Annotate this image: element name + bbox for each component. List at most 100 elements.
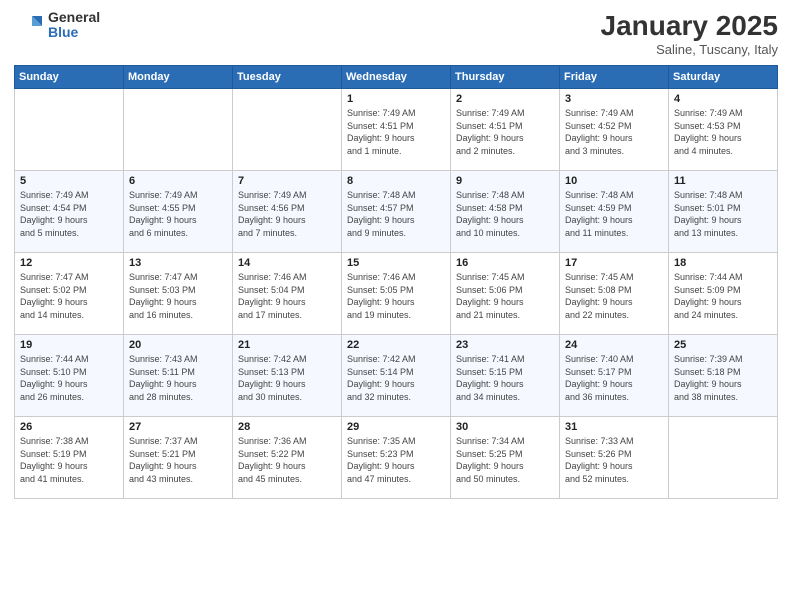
day-number: 20 (129, 339, 227, 351)
day-info: Sunrise: 7:35 AM Sunset: 5:23 PM Dayligh… (347, 435, 445, 485)
calendar-cell: 24 Sunrise: 7:40 AM Sunset: 5:17 PM Dayli… (560, 335, 669, 417)
day-info: Sunrise: 7:47 AM Sunset: 5:03 PM Dayligh… (129, 271, 227, 321)
calendar-cell: 31 Sunrise: 7:33 AM Sunset: 5:26 PM Dayli… (560, 417, 669, 499)
calendar-body: 1 Sunrise: 7:49 AM Sunset: 4:51 PM Daylig… (15, 89, 778, 499)
calendar-cell: 16 Sunrise: 7:45 AM Sunset: 5:06 PM Dayli… (451, 253, 560, 335)
day-number: 28 (238, 421, 336, 433)
day-number: 14 (238, 257, 336, 269)
logo-icon (14, 10, 44, 40)
day-number: 11 (674, 175, 772, 187)
day-info: Sunrise: 7:43 AM Sunset: 5:11 PM Dayligh… (129, 353, 227, 403)
calendar-cell: 19Sunrise: 7:44 AM Sunset: 5:10 PM Dayli… (15, 335, 124, 417)
day-info: Sunrise: 7:45 AM Sunset: 5:06 PM Dayligh… (456, 271, 554, 321)
day-number: 21 (238, 339, 336, 351)
day-info: Sunrise: 7:44 AM Sunset: 5:10 PM Dayligh… (20, 353, 118, 403)
calendar-cell: 23Sunrise: 7:41 AM Sunset: 5:15 PM Dayli… (451, 335, 560, 417)
calendar-cell: 8 Sunrise: 7:48 AM Sunset: 4:57 PM Daylig… (342, 171, 451, 253)
day-number: 26 (20, 421, 118, 433)
day-info: Sunrise: 7:44 AM Sunset: 5:09 PM Dayligh… (674, 271, 772, 321)
day-info: Sunrise: 7:49 AM Sunset: 4:54 PM Dayligh… (20, 189, 118, 239)
calendar-cell: 22 Sunrise: 7:42 AM Sunset: 5:14 PM Dayli… (342, 335, 451, 417)
calendar-cell (669, 417, 778, 499)
day-info: Sunrise: 7:33 AM Sunset: 5:26 PM Dayligh… (565, 435, 663, 485)
calendar-cell: 21 Sunrise: 7:42 AM Sunset: 5:13 PM Dayli… (233, 335, 342, 417)
day-number: 24 (565, 339, 663, 351)
day-number: 17 (565, 257, 663, 269)
day-info: Sunrise: 7:45 AM Sunset: 5:08 PM Dayligh… (565, 271, 663, 321)
calendar-cell: 10 Sunrise: 7:48 AM Sunset: 4:59 PM Dayli… (560, 171, 669, 253)
calendar-cell: 4 Sunrise: 7:49 AM Sunset: 4:53 PM Daylig… (669, 89, 778, 171)
calendar-cell: 6 Sunrise: 7:49 AM Sunset: 4:55 PM Daylig… (124, 171, 233, 253)
calendar-cell: 13Sunrise: 7:47 AM Sunset: 5:03 PM Dayli… (124, 253, 233, 335)
calendar-cell (15, 89, 124, 171)
day-number: 7 (238, 175, 336, 187)
calendar-cell (124, 89, 233, 171)
calendar-cell: 18Sunrise: 7:44 AM Sunset: 5:09 PM Dayli… (669, 253, 778, 335)
day-info: Sunrise: 7:47 AM Sunset: 5:02 PM Dayligh… (20, 271, 118, 321)
weekday-header-sunday: Sunday (15, 66, 124, 89)
calendar-week-1: 1 Sunrise: 7:49 AM Sunset: 4:51 PM Daylig… (15, 89, 778, 171)
day-number: 8 (347, 175, 445, 187)
page: General Blue January 2025 Saline, Tuscan… (0, 0, 792, 612)
calendar-cell: 30 Sunrise: 7:34 AM Sunset: 5:25 PM Dayli… (451, 417, 560, 499)
calendar-cell (233, 89, 342, 171)
day-info: Sunrise: 7:49 AM Sunset: 4:53 PM Dayligh… (674, 107, 772, 157)
calendar-cell: 7Sunrise: 7:49 AM Sunset: 4:56 PM Daylig… (233, 171, 342, 253)
day-number: 15 (347, 257, 445, 269)
day-info: Sunrise: 7:49 AM Sunset: 4:51 PM Dayligh… (347, 107, 445, 157)
calendar-cell: 27 Sunrise: 7:37 AM Sunset: 5:21 PM Dayli… (124, 417, 233, 499)
day-number: 9 (456, 175, 554, 187)
day-number: 6 (129, 175, 227, 187)
day-info: Sunrise: 7:48 AM Sunset: 4:59 PM Dayligh… (565, 189, 663, 239)
title-block: January 2025 Saline, Tuscany, Italy (601, 10, 778, 57)
weekday-header-wednesday: Wednesday (342, 66, 451, 89)
day-info: Sunrise: 7:41 AM Sunset: 5:15 PM Dayligh… (456, 353, 554, 403)
day-info: Sunrise: 7:40 AM Sunset: 5:17 PM Dayligh… (565, 353, 663, 403)
header: General Blue January 2025 Saline, Tuscan… (14, 10, 778, 57)
calendar-week-2: 5Sunrise: 7:49 AM Sunset: 4:54 PM Daylig… (15, 171, 778, 253)
day-info: Sunrise: 7:38 AM Sunset: 5:19 PM Dayligh… (20, 435, 118, 485)
calendar-cell: 3 Sunrise: 7:49 AM Sunset: 4:52 PM Daylig… (560, 89, 669, 171)
day-number: 29 (347, 421, 445, 433)
day-info: Sunrise: 7:49 AM Sunset: 4:51 PM Dayligh… (456, 107, 554, 157)
day-number: 12 (20, 257, 118, 269)
location: Saline, Tuscany, Italy (601, 42, 778, 57)
day-info: Sunrise: 7:34 AM Sunset: 5:25 PM Dayligh… (456, 435, 554, 485)
day-info: Sunrise: 7:36 AM Sunset: 5:22 PM Dayligh… (238, 435, 336, 485)
day-info: Sunrise: 7:49 AM Sunset: 4:55 PM Dayligh… (129, 189, 227, 239)
calendar-week-3: 12 Sunrise: 7:47 AM Sunset: 5:02 PM Dayli… (15, 253, 778, 335)
logo-general-label: General (48, 10, 100, 25)
day-info: Sunrise: 7:48 AM Sunset: 4:57 PM Dayligh… (347, 189, 445, 239)
day-number: 27 (129, 421, 227, 433)
calendar-cell: 9 Sunrise: 7:48 AM Sunset: 4:58 PM Daylig… (451, 171, 560, 253)
calendar-week-4: 19Sunrise: 7:44 AM Sunset: 5:10 PM Dayli… (15, 335, 778, 417)
day-number: 31 (565, 421, 663, 433)
day-info: Sunrise: 7:48 AM Sunset: 4:58 PM Dayligh… (456, 189, 554, 239)
calendar-cell: 26 Sunrise: 7:38 AM Sunset: 5:19 PM Dayli… (15, 417, 124, 499)
day-number: 30 (456, 421, 554, 433)
day-number: 1 (347, 93, 445, 105)
day-info: Sunrise: 7:42 AM Sunset: 5:14 PM Dayligh… (347, 353, 445, 403)
logo-blue-label: Blue (48, 25, 100, 40)
day-info: Sunrise: 7:49 AM Sunset: 4:52 PM Dayligh… (565, 107, 663, 157)
weekday-header-friday: Friday (560, 66, 669, 89)
calendar-cell: 1 Sunrise: 7:49 AM Sunset: 4:51 PM Daylig… (342, 89, 451, 171)
day-number: 22 (347, 339, 445, 351)
calendar-cell: 29 Sunrise: 7:35 AM Sunset: 5:23 PM Dayli… (342, 417, 451, 499)
day-number: 10 (565, 175, 663, 187)
day-number: 16 (456, 257, 554, 269)
day-number: 2 (456, 93, 554, 105)
day-number: 25 (674, 339, 772, 351)
calendar-cell: 5Sunrise: 7:49 AM Sunset: 4:54 PM Daylig… (15, 171, 124, 253)
weekday-header-row: SundayMondayTuesdayWednesdayThursdayFrid… (15, 66, 778, 89)
day-info: Sunrise: 7:37 AM Sunset: 5:21 PM Dayligh… (129, 435, 227, 485)
day-number: 4 (674, 93, 772, 105)
weekday-header-thursday: Thursday (451, 66, 560, 89)
day-info: Sunrise: 7:42 AM Sunset: 5:13 PM Dayligh… (238, 353, 336, 403)
calendar-cell: 11 Sunrise: 7:48 AM Sunset: 5:01 PM Dayli… (669, 171, 778, 253)
day-info: Sunrise: 7:39 AM Sunset: 5:18 PM Dayligh… (674, 353, 772, 403)
day-number: 3 (565, 93, 663, 105)
logo: General Blue (14, 10, 100, 41)
calendar-cell: 14Sunrise: 7:46 AM Sunset: 5:04 PM Dayli… (233, 253, 342, 335)
day-info: Sunrise: 7:48 AM Sunset: 5:01 PM Dayligh… (674, 189, 772, 239)
